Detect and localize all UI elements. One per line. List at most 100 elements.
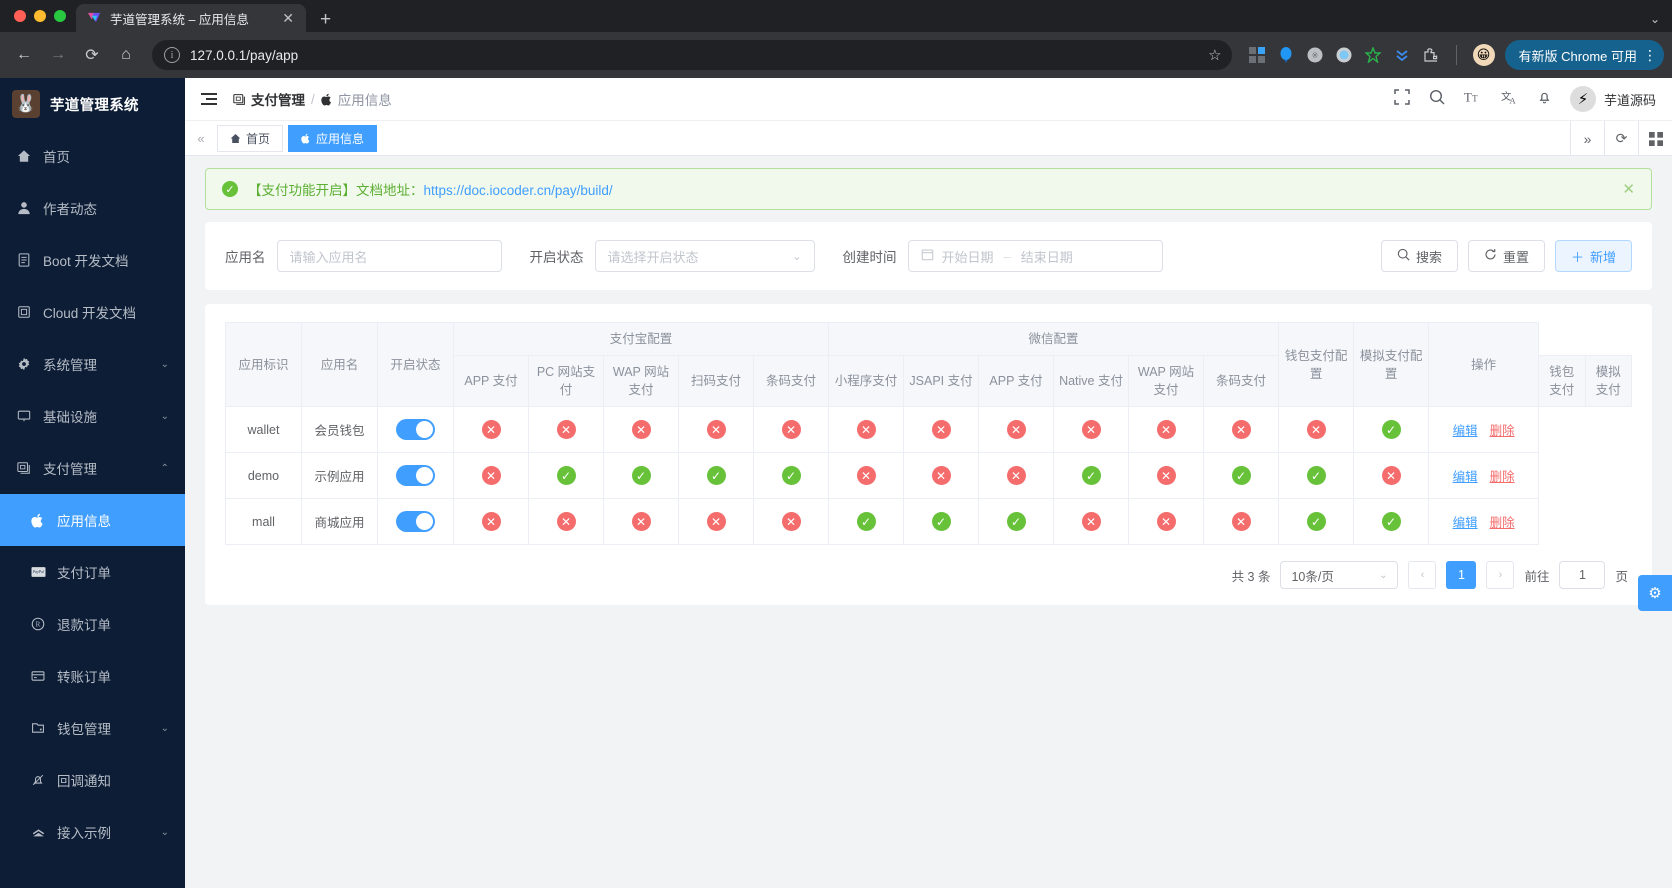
reset-button[interactable]: 重置 (1467, 240, 1545, 272)
minimize-window-button[interactable] (34, 10, 46, 22)
browser-menu-icon[interactable]: ⋮ (1643, 47, 1657, 64)
settings-fab-button[interactable]: ⚙ (1638, 575, 1672, 611)
sidebar-toggle-icon[interactable] (201, 93, 217, 105)
window-controls[interactable] (10, 0, 76, 32)
cell-flag: ✓ (828, 498, 905, 546)
edit-link[interactable]: 编辑 (1453, 470, 1478, 484)
cell-app-name: 商城应用 (301, 498, 378, 546)
sidebar-item-transfer-order[interactable]: 转账订单 (0, 650, 185, 702)
sidebar-item-pay[interactable]: 支付管理 ⌃ (0, 442, 185, 494)
sidebar-item-access-demo[interactable]: 接入示例 ⌄ (0, 806, 185, 858)
home-icon[interactable]: ⌂ (110, 39, 142, 71)
green-star-extension-icon[interactable] (1364, 46, 1382, 64)
tag-item-app-info[interactable]: 应用信息 (288, 124, 378, 152)
edit-link[interactable]: 编辑 (1453, 516, 1478, 530)
sidebar-item-wallet[interactable]: 钱包管理 ⌄ (0, 702, 185, 754)
prev-page-button[interactable]: ‹ (1408, 561, 1437, 590)
close-circle-icon: ✕ (1156, 420, 1176, 440)
sidebar-item-refund-order[interactable]: R 退款订单 (0, 598, 185, 650)
close-window-button[interactable] (14, 10, 26, 22)
sidebar-item-author-news[interactable]: 作者动态 (0, 182, 185, 234)
sidebar-brand[interactable]: 🐰 芋道管理系统 (0, 78, 185, 130)
sidebar-item-infrastructure[interactable]: 基础设施 ⌄ (0, 390, 185, 442)
page-number-1[interactable]: 1 (1446, 561, 1477, 590)
user-menu[interactable]: ⚡ 芋道源码 (1569, 86, 1656, 112)
tags-scroll-left-icon[interactable]: « (185, 131, 217, 146)
sidebar-item-cloud-docs[interactable]: Cloud 开发文档 (0, 286, 185, 338)
add-button[interactable]: ＋ 新增 (1554, 240, 1632, 272)
plus-icon: ＋ (1570, 249, 1584, 265)
site-info-icon[interactable]: i (164, 47, 180, 63)
sidebar-item-home[interactable]: 首页 (0, 130, 185, 182)
cell-flag: ✕ (1203, 498, 1280, 546)
gray-circle-extension-icon[interactable]: ※ (1306, 46, 1324, 64)
maximize-window-button[interactable] (54, 10, 66, 22)
browser-tab[interactable]: 芋道管理系统 – 应用信息 ✕ (76, 4, 306, 32)
update-label: 有新版 Chrome 可用 (1518, 48, 1637, 64)
profile-avatar-icon[interactable]: 😀 (1472, 44, 1495, 66)
app-name-input[interactable]: 请输入应用名 (276, 240, 502, 272)
chevron-down-icon[interactable]: ⌄ (1650, 12, 1660, 26)
sidebar-item-callback-notify[interactable]: 回调通知 (0, 754, 185, 806)
svg-text:A: A (1509, 96, 1516, 105)
refresh-icon[interactable]: ⟳ (1604, 121, 1638, 156)
chevron-down-icon: ⌄ (160, 410, 169, 422)
date-range-picker[interactable]: 开始日期 – 结束日期 (907, 240, 1163, 272)
status-select[interactable]: 请选择开启状态 ⌄ (594, 240, 815, 272)
tags-more-icon[interactable]: » (1570, 121, 1604, 156)
delete-link[interactable]: 删除 (1490, 470, 1515, 484)
sidebar-item-pay-order[interactable]: PayPal 支付订单 (0, 546, 185, 598)
chrome-update-button[interactable]: 有新版 Chrome 可用 ⋮ (1504, 40, 1664, 70)
edit-link[interactable]: 编辑 (1453, 424, 1478, 438)
goto-page-input[interactable]: 1 (1559, 561, 1606, 590)
next-page-button[interactable]: › (1486, 561, 1515, 590)
puzzle-extensions-icon[interactable] (1422, 46, 1440, 64)
new-tab-button[interactable]: + (320, 10, 331, 29)
cell-flag: ✓ (678, 452, 754, 500)
close-circle-icon: ✕ (781, 512, 801, 532)
check-circle-icon: ✓ (1306, 512, 1326, 532)
filter-status-label: 开启状态 (529, 250, 584, 265)
close-circle-icon: ✕ (856, 466, 876, 486)
fullscreen-icon[interactable] (1394, 89, 1410, 109)
cell-flag: ✕ (828, 406, 905, 454)
page-size-select[interactable]: 10条/页 ⌄ (1280, 561, 1399, 590)
balloon-extension-icon[interactable] (1277, 46, 1295, 64)
status-toggle[interactable] (396, 464, 435, 486)
address-bar[interactable]: i 127.0.0.1/pay/app ☆ (152, 40, 1232, 70)
sidebar-item-system[interactable]: 系统管理 ⌄ (0, 338, 185, 390)
font-size-icon[interactable]: TT (1464, 89, 1482, 109)
chevrons-down-extension-icon[interactable] (1393, 46, 1411, 64)
bookmark-star-icon[interactable]: ☆ (1208, 46, 1221, 64)
cell-flag: ✓ (1278, 498, 1355, 546)
forward-icon[interactable]: → (42, 39, 74, 71)
tag-item-home[interactable]: 首页 (217, 124, 284, 152)
layout-grid-icon[interactable] (1638, 121, 1672, 156)
apps-grid-icon[interactable] (1248, 46, 1266, 64)
alert-link[interactable]: https://doc.iocoder.cn/pay/build/ (424, 183, 613, 198)
sidebar-item-boot-docs[interactable]: Boot 开发文档 (0, 234, 185, 286)
tab-close-icon[interactable]: ✕ (280, 11, 296, 25)
check-circle-icon: ✓ (631, 466, 651, 486)
status-toggle[interactable] (396, 510, 435, 532)
cell-flag: ✓ (1278, 452, 1355, 500)
reload-icon[interactable]: ⟳ (76, 39, 108, 71)
breadcrumb-parent[interactable]: 支付管理 (233, 89, 305, 109)
delete-link[interactable]: 删除 (1490, 516, 1515, 530)
refresh-icon (1484, 248, 1497, 264)
cell-flag: ✕ (453, 498, 529, 546)
blue-circle-extension-icon[interactable] (1335, 46, 1353, 64)
search-button[interactable]: 搜索 (1380, 240, 1458, 272)
status-toggle[interactable] (396, 418, 435, 440)
back-icon[interactable]: ← (8, 39, 40, 71)
bell-icon[interactable] (1537, 89, 1552, 109)
close-circle-icon: ✕ (1306, 420, 1326, 440)
check-circle-icon: ✓ (706, 466, 726, 486)
close-icon[interactable]: ✕ (1622, 180, 1635, 198)
translate-icon[interactable]: 文A (1501, 89, 1518, 109)
search-icon[interactable] (1429, 89, 1445, 109)
close-circle-icon: ✕ (556, 420, 576, 440)
tab-strip: 芋道管理系统 – 应用信息 ✕ + ⌄ (0, 0, 1672, 32)
delete-link[interactable]: 删除 (1490, 424, 1515, 438)
sidebar-item-app-info[interactable]: 应用信息 (0, 494, 185, 546)
